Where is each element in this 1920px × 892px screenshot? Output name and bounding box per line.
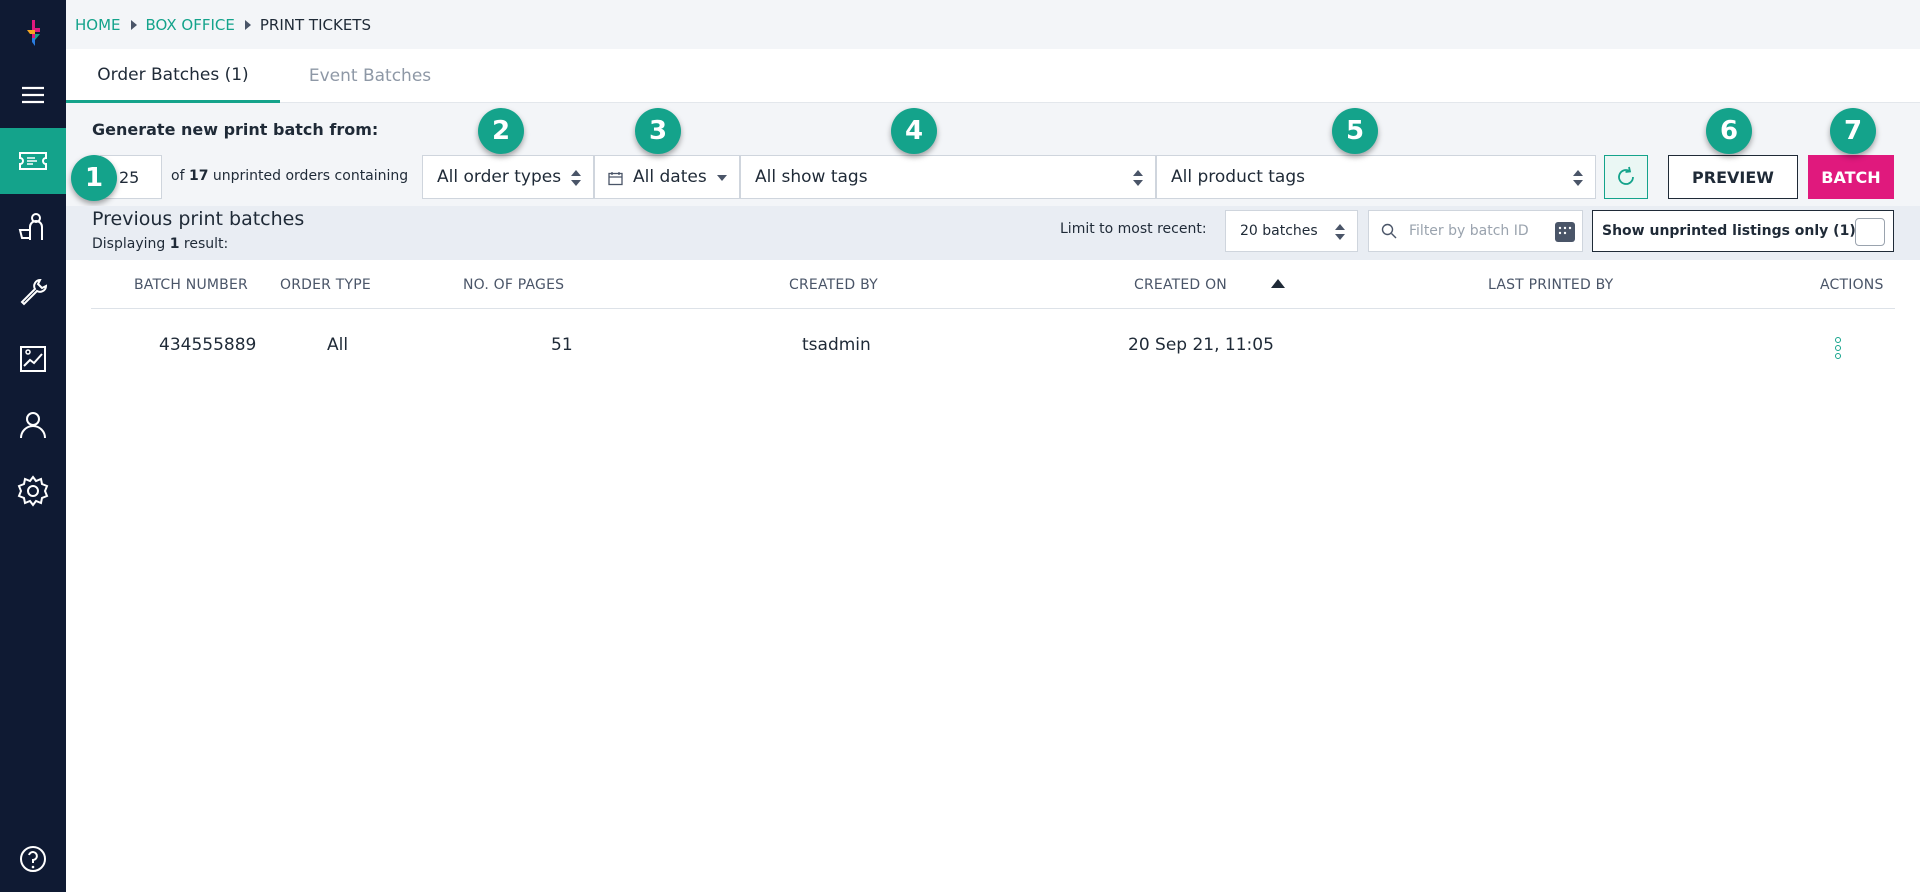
sort-arrows-icon bbox=[1573, 170, 1583, 186]
help-icon[interactable] bbox=[0, 826, 66, 892]
unprinted-orders-text: of 17 unprinted orders containing bbox=[171, 168, 408, 184]
column-last-printed-by[interactable]: LAST PRINTED BY bbox=[1488, 277, 1613, 293]
keypad-icon bbox=[1555, 222, 1575, 242]
sidebar bbox=[0, 0, 66, 892]
filter-placeholder: Filter by batch ID bbox=[1409, 223, 1529, 239]
text-suffix: unprinted orders containing bbox=[208, 168, 409, 184]
displaying-suffix: result: bbox=[179, 236, 229, 252]
batch-id-filter-input[interactable]: Filter by batch ID bbox=[1368, 210, 1583, 252]
sort-ascending-icon[interactable] bbox=[1271, 279, 1285, 288]
product-tags-select[interactable]: All product tags bbox=[1156, 155, 1596, 199]
chevron-right-icon bbox=[130, 19, 137, 30]
report-icon[interactable] bbox=[0, 326, 66, 392]
order-types-value: All order types bbox=[437, 167, 562, 187]
ticket-icon[interactable] bbox=[0, 128, 66, 194]
show-unprinted-checkbox[interactable] bbox=[1855, 218, 1885, 246]
callout-marker-3: 3 bbox=[635, 108, 681, 154]
sort-arrows-icon bbox=[1133, 170, 1143, 186]
dates-select[interactable]: All dates bbox=[594, 155, 740, 199]
breadcrumb: HOME BOX OFFICE PRINT TICKETS bbox=[66, 0, 1920, 49]
callout-marker-2: 2 bbox=[478, 108, 524, 154]
displaying-count: 1 bbox=[169, 236, 180, 252]
chevron-down-icon bbox=[717, 175, 727, 181]
column-batch-number[interactable]: BATCH NUMBER bbox=[134, 277, 248, 293]
row-actions-icon[interactable] bbox=[1832, 337, 1844, 361]
sort-arrows-icon bbox=[571, 170, 581, 186]
settings-icon[interactable] bbox=[0, 458, 66, 524]
tab-event-batches[interactable]: Event Batches bbox=[280, 49, 460, 103]
batch-number-cell[interactable]: 434555889 bbox=[159, 335, 256, 355]
callout-marker-6: 6 bbox=[1706, 108, 1752, 154]
refresh-icon bbox=[1618, 166, 1634, 185]
results-count: Displaying 1 result: bbox=[92, 236, 228, 252]
breadcrumb-current: PRINT TICKETS bbox=[259, 15, 371, 34]
text-prefix: of bbox=[171, 168, 189, 184]
column-pages[interactable]: NO. OF PAGES bbox=[463, 277, 564, 293]
menu-icon[interactable] bbox=[0, 62, 66, 128]
preview-button[interactable]: PREVIEW bbox=[1668, 155, 1798, 199]
sort-arrows-icon bbox=[1335, 224, 1345, 240]
customer-icon[interactable] bbox=[0, 194, 66, 260]
table-header: BATCH NUMBER ORDER TYPE NO. OF PAGES CRE… bbox=[91, 260, 1895, 309]
order-types-select[interactable]: All order types bbox=[422, 155, 594, 199]
logo-icon[interactable] bbox=[0, 0, 66, 66]
dates-value: All dates bbox=[633, 167, 707, 187]
tab-order-batches[interactable]: Order Batches (1) bbox=[66, 49, 280, 103]
breadcrumb-box-office[interactable]: BOX OFFICE bbox=[146, 16, 235, 34]
show-unprinted-toggle[interactable]: Show unprinted listings only (1) bbox=[1592, 210, 1894, 252]
limit-label: Limit to most recent: bbox=[1060, 221, 1207, 237]
limit-value: 20 batches bbox=[1240, 223, 1318, 239]
callout-marker-1: 1 bbox=[71, 155, 117, 201]
breadcrumb-home[interactable]: HOME bbox=[75, 16, 121, 34]
displaying-prefix: Displaying bbox=[92, 236, 170, 252]
chevron-right-icon bbox=[244, 19, 251, 30]
column-actions: ACTIONS bbox=[1820, 277, 1884, 293]
limit-select[interactable]: 20 batches bbox=[1225, 210, 1358, 252]
order-type-cell: All bbox=[327, 335, 349, 355]
batch-button[interactable]: BATCH bbox=[1808, 155, 1894, 199]
unprinted-count: 17 bbox=[188, 168, 209, 184]
column-order-type[interactable]: ORDER TYPE bbox=[280, 277, 371, 293]
user-icon[interactable] bbox=[0, 392, 66, 458]
refresh-button[interactable] bbox=[1604, 155, 1648, 199]
previous-batches-title: Previous print batches bbox=[92, 208, 305, 230]
show-tags-value: All show tags bbox=[755, 167, 868, 187]
wrench-icon[interactable] bbox=[0, 260, 66, 326]
product-tags-value: All product tags bbox=[1171, 167, 1305, 187]
generate-title: Generate new print batch from: bbox=[92, 120, 379, 139]
calendar-icon bbox=[608, 172, 623, 186]
created-by-cell: tsadmin bbox=[802, 335, 871, 355]
created-on-cell: 20 Sep 21, 11:05 bbox=[1128, 335, 1274, 355]
column-created-on[interactable]: CREATED ON bbox=[1134, 277, 1227, 293]
column-created-by[interactable]: CREATED BY bbox=[789, 277, 878, 293]
tab-bar: Order Batches (1) Event Batches bbox=[66, 49, 1920, 103]
show-tags-select[interactable]: All show tags bbox=[740, 155, 1156, 199]
search-icon bbox=[1381, 223, 1397, 239]
show-unprinted-label: Show unprinted listings only (1) bbox=[1602, 223, 1856, 239]
callout-marker-5: 5 bbox=[1332, 108, 1378, 154]
callout-marker-4: 4 bbox=[891, 108, 937, 154]
callout-marker-7: 7 bbox=[1830, 108, 1876, 154]
pages-cell: 51 bbox=[551, 335, 573, 355]
